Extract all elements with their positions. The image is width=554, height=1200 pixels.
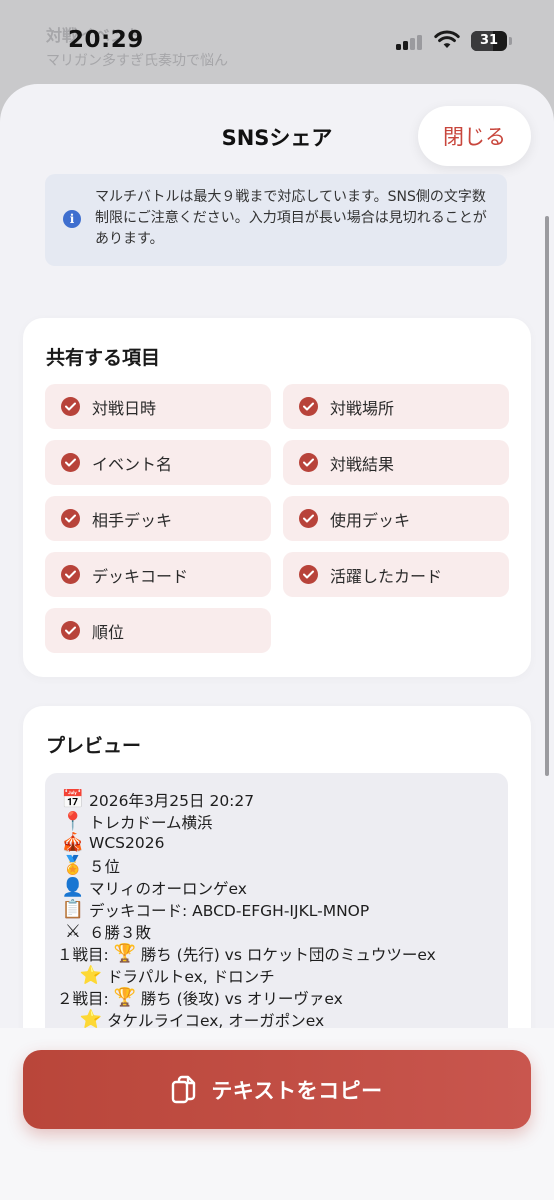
share-items-heading: 共有する項目 [46, 347, 161, 369]
trophy-icon: 🏆 [113, 987, 136, 1008]
checkmark-icon [61, 453, 80, 472]
checkmark-icon [61, 621, 80, 640]
preview-line: １戦目: 🏆 勝ち (先行) vs ロケット団のミュウツーex [57, 943, 436, 965]
checkmark-icon [61, 565, 80, 584]
preview-line: ⚔ ６勝３敗 [61, 921, 151, 943]
share-item-label: 順位 [92, 622, 125, 642]
info-icon: i [63, 210, 81, 228]
copy-icon [172, 1075, 196, 1103]
battery-icon: 31 [471, 31, 512, 51]
scrollbar[interactable] [545, 216, 549, 776]
preview-line: ⭐ ドラパルトex, ドロンチ [79, 965, 275, 987]
trophy-icon: 🏆 [113, 943, 136, 964]
preview-line: ２戦目: 🏆 勝ち (後攻) vs オリーヴァex [57, 987, 343, 1009]
close-button[interactable]: 閉じる [418, 106, 531, 166]
calendar-icon: 📅 [61, 789, 85, 810]
share-item-label: イベント名 [92, 454, 173, 474]
battery-level: 31 [479, 33, 499, 48]
share-item-label: 対戦場所 [330, 398, 395, 418]
circus-tent-icon: 🎪 [61, 832, 85, 853]
checkmark-icon [299, 509, 318, 528]
preview-line: 📋 デッキコード: ABCD-EFGH-IJKL-MNOP [61, 899, 370, 921]
share-item-label: 使用デッキ [330, 510, 411, 530]
share-item-rank[interactable]: 順位 [45, 608, 271, 653]
share-item-event[interactable]: イベント名 [45, 440, 271, 485]
cellular-signal-icon [396, 34, 426, 50]
share-item-date[interactable]: 対戦日時 [45, 384, 271, 429]
copy-text-button[interactable]: テキストをコピー [23, 1050, 531, 1129]
footer-bar: テキストをコピー [0, 1028, 554, 1200]
checkmark-icon [299, 397, 318, 416]
share-item-label: 活躍したカード [330, 566, 443, 586]
medal-icon: 🏅 [61, 855, 85, 876]
crossed-swords-icon: ⚔ [64, 921, 82, 942]
share-item-result[interactable]: 対戦結果 [283, 440, 509, 485]
checkmark-icon [61, 397, 80, 416]
info-notice: i マルチバトルは最大９戦まで対応しています。SNS側の文字数制限にご注意くださ… [45, 174, 507, 266]
share-item-label: デッキコード [92, 566, 189, 586]
checkmark-icon [61, 509, 80, 528]
person-icon: 👤 [61, 877, 85, 898]
share-item-label: 相手デッキ [92, 510, 173, 530]
status-time: 20:29 [68, 27, 144, 53]
share-item-label: 対戦日時 [92, 398, 157, 418]
star-icon: ⭐ [79, 1009, 103, 1030]
share-items-card: 共有する項目 対戦日時 対戦場所 イベント名 対戦結果 相手デッキ 使用デッキ … [23, 318, 531, 677]
preview-line: 👤 マリィのオーロンゲex [61, 877, 247, 899]
share-item-key-cards[interactable]: 活躍したカード [283, 552, 509, 597]
preview-heading: プレビュー [46, 735, 142, 757]
copy-button-label: テキストをコピー [211, 1078, 383, 1103]
checkmark-icon [299, 565, 318, 584]
pin-icon: 📍 [61, 811, 85, 832]
preview-line: 🎪 WCS2026 [61, 832, 165, 853]
share-item-label: 対戦結果 [330, 454, 395, 474]
star-icon: ⭐ [79, 965, 103, 986]
notice-text: マルチバトルは最大９戦まで対応しています。SNS側の文字数制限にご注意ください。… [95, 189, 487, 247]
share-item-deck-code[interactable]: デッキコード [45, 552, 271, 597]
sns-share-sheet: SNSシェア 閉じる i マルチバトルは最大９戦まで対応しています。SNS側の文… [0, 84, 554, 1200]
checkmark-icon [299, 453, 318, 472]
preview-line: 🏅 ５位 [61, 855, 121, 877]
share-item-location[interactable]: 対戦場所 [283, 384, 509, 429]
wifi-icon [434, 30, 460, 48]
share-item-used-deck[interactable]: 使用デッキ [283, 496, 509, 541]
preview-line: 📅 2026年3月25日 20:27 [61, 789, 255, 811]
clipboard-icon: 📋 [61, 899, 85, 920]
status-bar: 20:29 31 [0, 0, 554, 84]
preview-line: 📍 トレカドーム横浜 [61, 811, 213, 833]
share-item-opponent-deck[interactable]: 相手デッキ [45, 496, 271, 541]
